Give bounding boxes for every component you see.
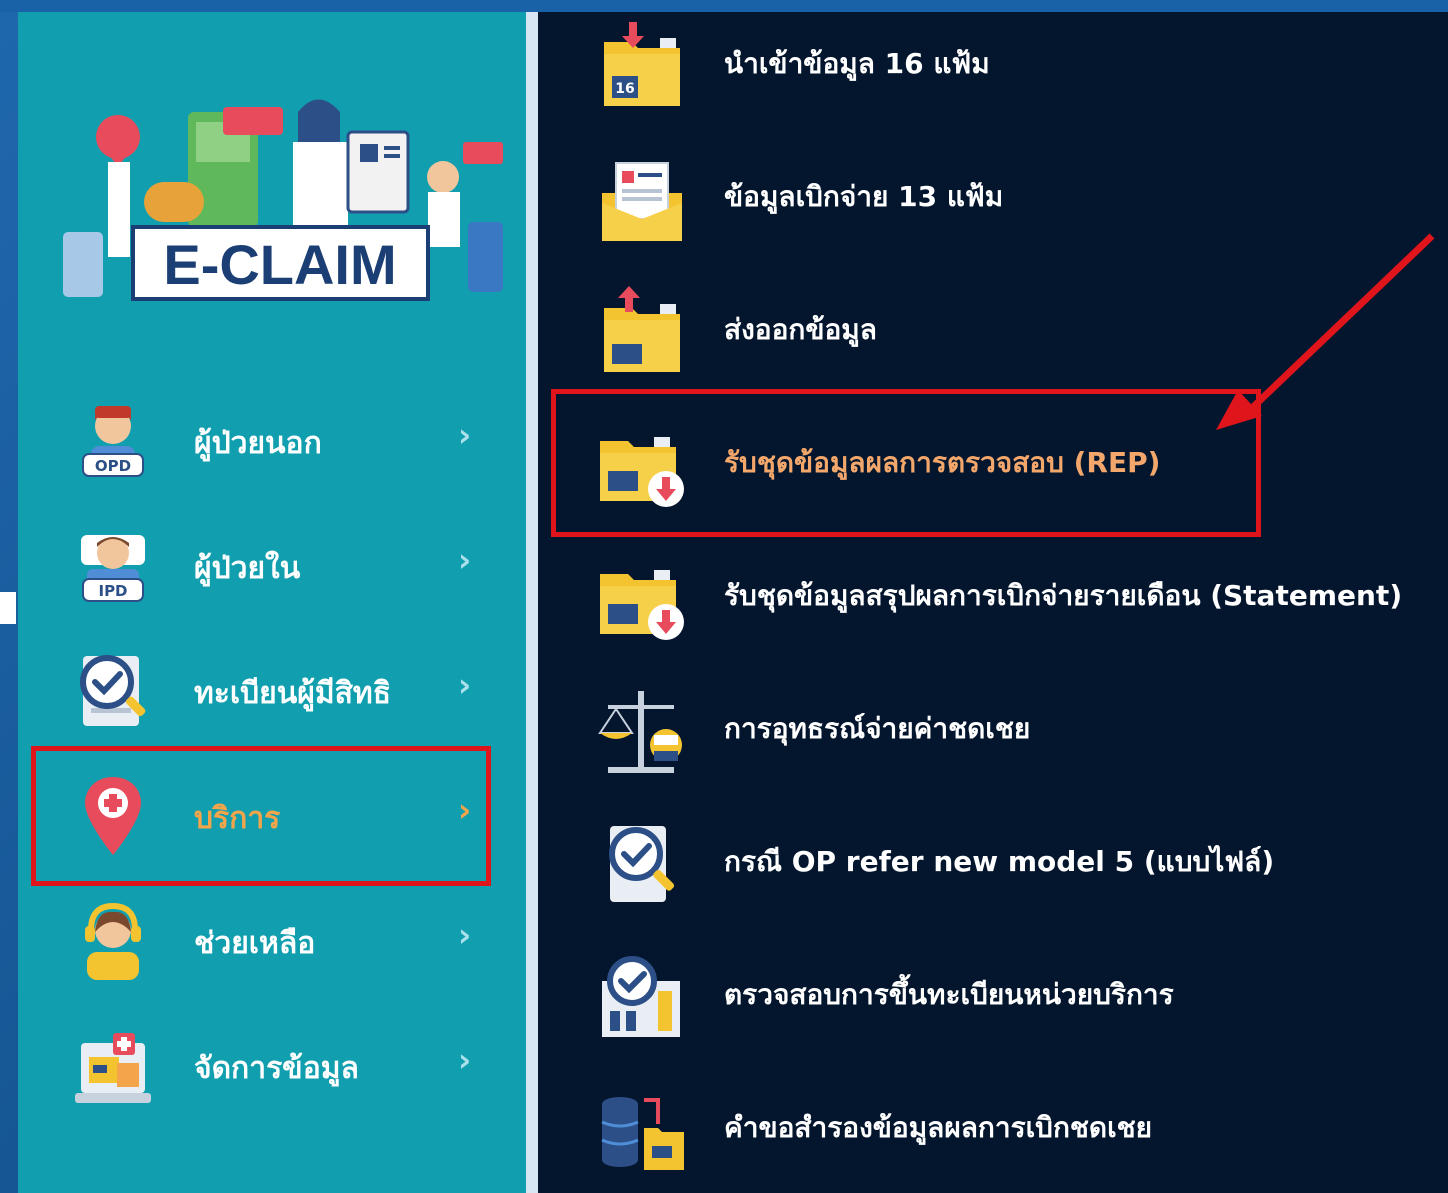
menu-item-import-16-files[interactable]: 16 นำเข้าข้อมูล 16 แฟ้ม — [538, 12, 1448, 122]
sidebar-item-label: ผู้ป่วยใน — [194, 551, 301, 586]
menu-item-label: ตรวจสอบการขึ้นทะเบียนหน่วยบริการ — [724, 978, 1174, 1011]
chevron-right-icon: › — [458, 916, 472, 954]
opd-badge: OPD — [95, 457, 131, 475]
chevron-right-icon: › — [458, 666, 472, 704]
folder-export-icon — [604, 286, 680, 372]
menu-item-check-facility-registration[interactable]: ตรวจสอบการขึ้นทะเบียนหน่วยบริการ — [538, 943, 1448, 1053]
folder-document-medical-icon — [602, 162, 682, 241]
data-management-icon — [75, 1033, 151, 1103]
chevron-right-icon: › — [458, 541, 472, 579]
annotation-arrow-icon — [1216, 233, 1435, 430]
database-folder-icon — [601, 1097, 684, 1170]
highlight-box-rep — [551, 389, 1261, 537]
folder-number: 16 — [615, 81, 634, 97]
menu-item-label: ข้อมูลเบิกจ่าย 13 แฟ้ม — [724, 180, 1004, 213]
menu-item-label: คำขอสำรองข้อมูลผลการเบิกชดเชย — [724, 1111, 1153, 1144]
menu-item-label: รับชุดข้อมูลสรุปผลการเบิกจ่ายรายเดือน (S… — [724, 579, 1403, 612]
menu-item-label: กรณี OP refer new model 5 (แบบไฟล์) — [724, 845, 1275, 878]
sidebar-item-eligibility-registry[interactable]: ทะเบียนผู้มีสิทธิ › — [18, 630, 526, 750]
top-strip — [0, 0, 1448, 12]
sidebar-item-outpatient[interactable]: OPD ผู้ป่วยนอก › — [18, 380, 526, 500]
sidebar-divider — [526, 12, 538, 1193]
chevron-right-icon: › — [458, 416, 472, 454]
e-claim-logo[interactable]: E-CLAIM — [48, 82, 518, 322]
sidebar-item-label: จัดการข้อมูล — [194, 1051, 359, 1086]
sidebar-item-label: ช่วยเหลือ — [194, 926, 316, 961]
services-submenu: 16 นำเข้าข้อมูล 16 แฟ้ม ข้อมูลเบิกจ่าย 1… — [538, 12, 1448, 1193]
sidebar-item-label: ทะเบียนผู้มีสิทธิ — [194, 676, 392, 711]
highlight-box-services — [31, 746, 491, 886]
document-search-check-icon — [609, 826, 675, 902]
menu-item-op-refer-model5[interactable]: กรณี OP refer new model 5 (แบบไฟล์) — [538, 810, 1448, 920]
chevron-right-icon: › — [458, 1041, 472, 1079]
registry-search-icon — [80, 655, 146, 726]
folder-import-16-icon: 16 — [604, 22, 680, 106]
support-agent-icon — [85, 902, 141, 980]
menu-item-label: การอุทธรณ์จ่ายค่าชดเชย — [724, 712, 1031, 745]
sidebar-item-help[interactable]: ช่วยเหลือ › — [18, 880, 526, 1000]
sidebar: E-CLAIM OPD ผู้ป่วยนอก › IPD ผู้ป่วยใน › — [18, 12, 526, 1193]
menu-item-label: นำเข้าข้อมูล 16 แฟ้ม — [724, 47, 990, 80]
outpatient-icon: OPD — [82, 406, 144, 477]
menu-item-label: ส่งออกข้อมูล — [724, 313, 877, 346]
menu-item-backup-request[interactable]: คำขอสำรองข้อมูลผลการเบิกชดเชย — [538, 1076, 1448, 1186]
left-edge-marker — [0, 592, 16, 624]
sidebar-item-data-management[interactable]: จัดการข้อมูล › — [18, 1005, 526, 1125]
inpatient-icon: IPD — [81, 535, 145, 602]
folder-download-icon — [600, 570, 684, 640]
ipd-badge: IPD — [98, 582, 127, 600]
menu-item-compensation-appeal[interactable]: การอุทธรณ์จ่ายค่าชดเชย — [538, 677, 1448, 787]
building-check-icon — [602, 956, 680, 1037]
sidebar-item-label: ผู้ป่วยนอก — [194, 426, 322, 461]
logo-text: E-CLAIM — [163, 233, 396, 296]
justice-scale-icon — [598, 691, 682, 773]
menu-item-receive-statement[interactable]: รับชุดข้อมูลสรุปผลการเบิกจ่ายรายเดือน (S… — [538, 544, 1448, 654]
sidebar-item-inpatient[interactable]: IPD ผู้ป่วยใน › — [18, 505, 526, 625]
